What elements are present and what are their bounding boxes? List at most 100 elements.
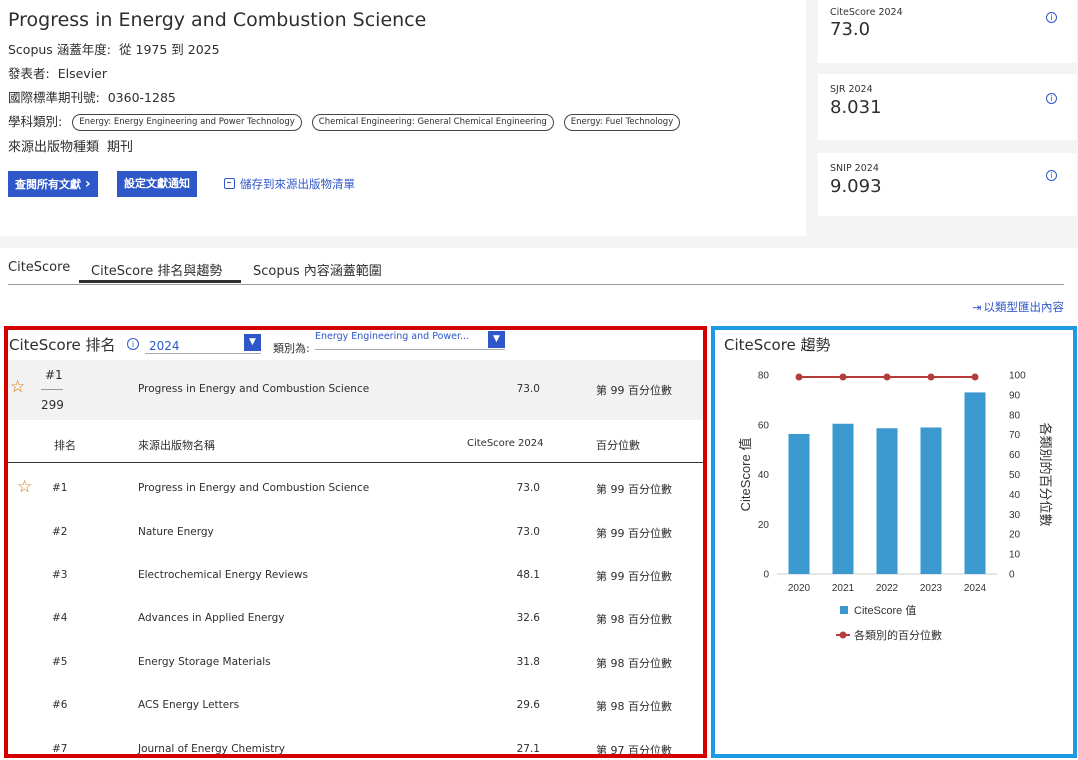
y-tick-label: 0 <box>763 570 769 581</box>
set-document-alert-button[interactable]: 設定文獻通知 <box>117 171 197 197</box>
journal-header: Progress in Energy and Combustion Scienc… <box>0 0 806 236</box>
chart-bar <box>832 423 854 574</box>
legend-swatch-point <box>839 631 847 639</box>
trend-chart: 0 20 40 60 80 0 10 20 30 40 50 60 70 80 90 100 2020 2021 2… <box>738 371 1053 643</box>
info-icon[interactable]: i <box>1046 12 1057 23</box>
y2-tick-label: 0 <box>1009 570 1015 581</box>
table-row: ☆ #1 Progress in Energy and Combustion S… <box>8 465 703 508</box>
row-rank: #2 <box>52 526 68 538</box>
source-type-label: 來源出版物種類 <box>8 140 100 155</box>
metric-label: SNIP 2024 <box>830 163 879 174</box>
row-citescore: 29.6 <box>516 699 540 711</box>
row-citescore: 73.0 <box>516 482 540 494</box>
coverage-label: Scopus 涵蓋年度: <box>8 42 112 57</box>
view-all-documents-label: 查閱所有文獻 <box>15 178 81 191</box>
metric-label: SJR 2024 <box>830 84 873 95</box>
legend-swatch-bars <box>840 606 848 614</box>
row-source-name[interactable]: Nature Energy <box>138 526 214 538</box>
metric-value: 8.031 <box>830 97 882 118</box>
legend-label: CiteScore 值 <box>854 604 916 617</box>
info-icon[interactable]: i <box>127 338 139 350</box>
row-rank: #3 <box>52 569 68 581</box>
highlight-citescore: 73.0 <box>516 383 540 395</box>
star-outline-icon[interactable]: ☆ <box>10 377 25 397</box>
subject-label: 學科類別: <box>8 114 63 129</box>
tab-citescore[interactable]: CiteScore <box>8 260 70 275</box>
chevron-right-icon: › <box>84 176 91 192</box>
percentile-point <box>927 373 935 381</box>
chevron-down-icon[interactable]: ▼ <box>244 334 261 351</box>
metric-value: 73.0 <box>830 19 871 40</box>
save-to-source-list-link[interactable]: 儲存到來源出版物清單 <box>224 176 355 192</box>
row-citescore: 73.0 <box>516 526 540 538</box>
citescore-card: CiteScore 2024 73.0 i <box>818 0 1077 63</box>
row-rank: #5 <box>52 656 68 668</box>
table-row: #4 Advances in Applied Energy 32.6 第 98 … <box>8 595 703 638</box>
row-source-name[interactable]: Electrochemical Energy Reviews <box>138 569 308 581</box>
year-select[interactable]: 2024 ▼ <box>145 334 261 354</box>
col-header-source-name[interactable]: 來源出版物名稱 <box>138 437 215 453</box>
highlight-source-name[interactable]: Progress in Energy and Combustion Scienc… <box>138 383 369 395</box>
highlight-rank-row: ☆ #1 299 Progress in Energy and Combusti… <box>8 360 703 420</box>
y2-axis-title: 各類別的百分位數 <box>1038 422 1053 526</box>
floppy-disk-icon <box>224 178 235 189</box>
row-source-name[interactable]: Journal of Energy Chemistry <box>138 743 285 754</box>
row-percentile: 第 98 百分位數 <box>596 700 672 713</box>
x-tick-label: 2023 <box>920 583 943 594</box>
legend-label: 各類別的百分位數 <box>854 628 942 642</box>
tab-citescore-rank-trend[interactable]: CiteScore 排名與趨勢 <box>91 260 222 279</box>
highlight-rank: #1 <box>45 368 63 382</box>
scopus-source-page: Progress in Energy and Combustion Scienc… <box>0 0 1078 760</box>
info-icon[interactable]: i <box>1046 93 1057 104</box>
x-tick-label: 2020 <box>788 583 811 594</box>
row-source-name[interactable]: Progress in Energy and Combustion Scienc… <box>138 482 369 494</box>
chart-bar <box>788 433 810 574</box>
subject-chip[interactable]: Chemical Engineering: General Chemical E… <box>311 114 554 131</box>
export-by-type-link[interactable]: ⇥ 以類型匯出內容 <box>972 299 1064 315</box>
export-icon: ⇥ <box>972 301 982 314</box>
row-percentile: 第 99 百分位數 <box>596 527 672 540</box>
row-percentile: 第 99 百分位數 <box>596 570 672 583</box>
metric-label: CiteScore 2024 <box>830 7 903 18</box>
col-header-citescore[interactable]: CiteScore 2024 <box>467 438 543 449</box>
subject-chip[interactable]: Energy: Fuel Technology <box>563 114 681 131</box>
table-row: #2 Nature Energy 73.0 第 99 百分位數 <box>8 508 703 551</box>
col-header-percentile[interactable]: 百分位數 <box>596 437 640 453</box>
y-tick-label: 80 <box>758 371 770 382</box>
publisher-label: 發表者: <box>8 66 50 81</box>
x-tick-label: 2021 <box>832 583 855 594</box>
publisher-value: Elsevier <box>57 66 107 81</box>
view-all-documents-button[interactable]: 查閱所有文獻 › <box>8 171 98 197</box>
chevron-down-icon[interactable]: ▼ <box>488 331 505 348</box>
y2-tick-label: 60 <box>1009 450 1021 461</box>
x-tick-label: 2022 <box>876 583 899 594</box>
coverage-row: Scopus 涵蓋年度: 從 1975 到 2025 <box>8 39 220 58</box>
sjr-card: SJR 2024 8.031 i <box>818 74 1077 140</box>
y2-tick-label: 20 <box>1009 530 1021 541</box>
percentile-point <box>795 373 803 381</box>
y2-tick-label: 50 <box>1009 470 1021 481</box>
y2-tick-label: 30 <box>1009 510 1021 521</box>
info-icon[interactable]: i <box>1046 170 1057 181</box>
star-outline-icon[interactable]: ☆ <box>17 477 32 497</box>
category-select[interactable]: Energy Engineering and Power... ▼ <box>315 331 505 350</box>
export-by-type-label: 以類型匯出內容 <box>983 300 1065 314</box>
col-header-rank[interactable]: 排名 <box>54 437 76 453</box>
row-source-name[interactable]: Advances in Applied Energy <box>138 612 285 624</box>
x-tick-label: 2024 <box>964 583 987 594</box>
row-rank: #4 <box>52 612 68 624</box>
tab-scopus-coverage[interactable]: Scopus 內容涵蓋範圍 <box>253 260 382 279</box>
table-row: #5 Energy Storage Materials 31.8 第 98 百分… <box>8 639 703 682</box>
row-percentile: 第 97 百分位數 <box>596 744 672 757</box>
y-tick-label: 60 <box>758 420 770 431</box>
subject-chip[interactable]: Energy: Energy Engineering and Power Tec… <box>72 114 302 131</box>
y2-tick-label: 90 <box>1009 390 1021 401</box>
row-citescore: 31.8 <box>516 656 540 668</box>
category-label: 類別為: <box>273 342 310 355</box>
row-citescore: 32.6 <box>516 612 540 624</box>
chart-bar <box>964 392 986 574</box>
row-source-name[interactable]: ACS Energy Letters <box>138 699 239 711</box>
y-axis-title: CiteScore 值 <box>738 438 753 512</box>
citescore-trend-panel: CiteScore 趨勢 0 20 40 60 80 0 10 20 30 40 50 60 70 80 9… <box>711 326 1077 758</box>
row-source-name[interactable]: Energy Storage Materials <box>138 656 271 668</box>
